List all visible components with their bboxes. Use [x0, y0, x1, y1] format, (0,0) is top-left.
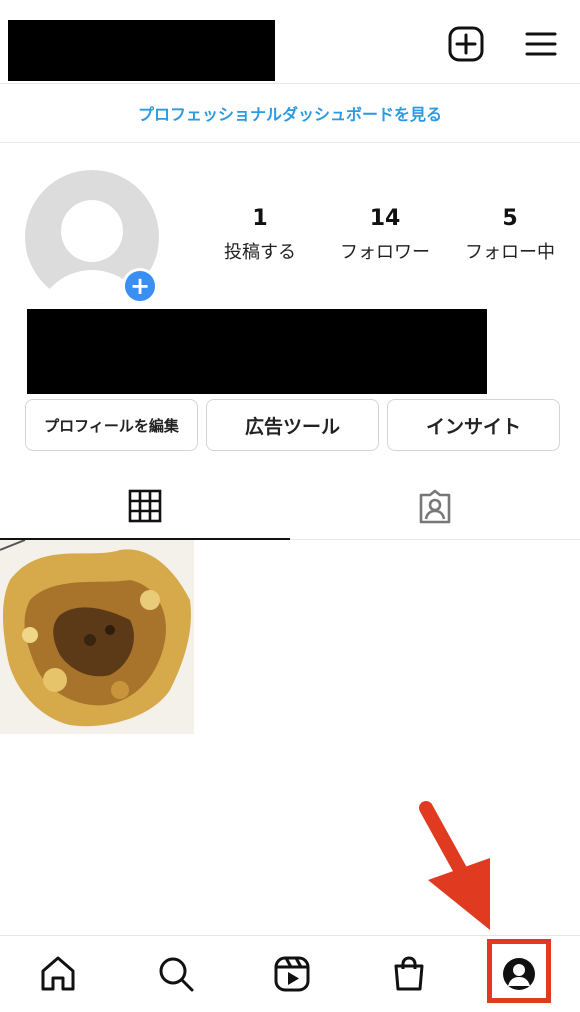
tab-tagged[interactable]	[290, 474, 580, 540]
top-header	[0, 0, 580, 84]
nav-shop[interactable]	[383, 948, 435, 1000]
stat-posts-label: 投稿する	[224, 242, 296, 263]
search-icon	[159, 957, 194, 992]
stat-following-label: フォロー中	[465, 242, 555, 263]
hamburger-menu-icon	[525, 32, 557, 56]
shop-icon	[394, 956, 424, 991]
stat-posts-count: 1	[252, 206, 268, 231]
edit-profile-button[interactable]: プロフィールを編集	[25, 399, 198, 451]
home-icon	[41, 956, 75, 991]
tagged-person-icon	[419, 489, 451, 524]
professional-dashboard-link[interactable]: プロフェッショナルダッシュボードを見る	[0, 84, 580, 143]
new-post-button[interactable]	[446, 24, 486, 64]
post-thumbnail[interactable]	[0, 540, 194, 734]
profile-tabs	[0, 474, 580, 540]
stat-followers-label: フォロワー	[340, 242, 430, 263]
stat-posts[interactable]: 1 投稿する	[195, 206, 325, 264]
nav-search[interactable]	[150, 948, 202, 1000]
nav-profile[interactable]	[493, 948, 545, 1000]
profile-icon	[503, 958, 535, 990]
ad-tools-button[interactable]: 広告ツール	[206, 399, 379, 451]
stat-following[interactable]: 5 フォロー中	[445, 206, 575, 264]
insights-button[interactable]: インサイト	[387, 399, 560, 451]
menu-button[interactable]	[521, 24, 561, 64]
tab-posts-grid[interactable]	[0, 474, 290, 540]
add-story-button[interactable]: +	[122, 268, 158, 304]
plus-square-icon	[448, 26, 484, 62]
post-image	[0, 540, 194, 734]
grid-icon	[128, 489, 162, 523]
stat-followers-count: 14	[369, 206, 401, 231]
redacted-username	[8, 20, 275, 81]
bottom-nav	[0, 935, 580, 1012]
reels-icon	[274, 956, 310, 992]
avatar-head-shape	[61, 200, 123, 262]
nav-reels[interactable]	[266, 948, 318, 1000]
nav-home[interactable]	[32, 948, 84, 1000]
redacted-bio	[27, 309, 487, 394]
stat-following-count: 5	[502, 206, 518, 231]
stat-followers[interactable]: 14 フォロワー	[320, 206, 450, 264]
